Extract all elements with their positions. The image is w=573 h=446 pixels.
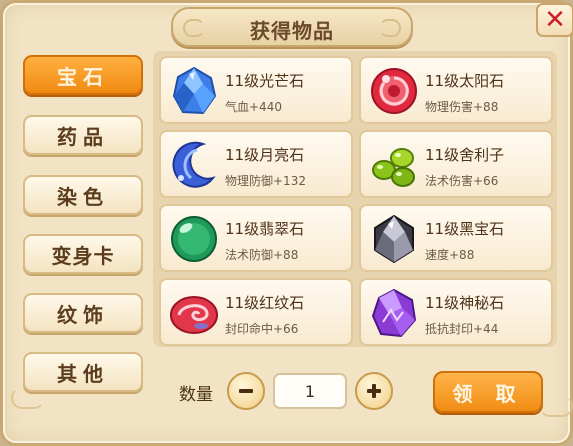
reward-dialog: 获得物品 ✕ 宝石 药品 染色 变身卡 纹饰 其他 11级光芒石 气血+440 … [0,0,573,446]
close-button[interactable]: ✕ [536,3,573,37]
claim-button[interactable]: 领 取 [433,371,543,413]
item-name: 11级翡翠石 [225,220,305,238]
item-name: 11级黑宝石 [425,220,505,238]
item-stat: 速度+88 [425,248,475,262]
minus-icon [239,389,253,393]
black-diamond-icon [374,214,414,264]
plus-icon [367,384,381,398]
item-name: 11级月亮石 [225,146,305,164]
tab-medicine[interactable]: 药品 [23,115,143,155]
red-swirl-stone-icon [170,296,218,334]
item-card[interactable]: 11级太阳石 物理伤害+88 [359,56,553,124]
item-card[interactable]: 11级黑宝石 速度+88 [359,204,553,272]
item-stat: 抵抗封印+44 [425,322,499,336]
item-card[interactable]: 11级光芒石 气血+440 [159,56,353,124]
tab-gems[interactable]: 宝石 [23,55,143,95]
item-card[interactable]: 11级神秘石 抵抗封印+44 [359,278,553,346]
item-name: 11级舍利子 [425,146,505,164]
corner-ornament [539,395,573,417]
green-beads-icon [372,148,415,187]
item-name: 11级太阳石 [425,72,505,90]
red-sun-stone-icon [371,68,417,114]
green-jade-orb-icon [171,216,217,262]
item-name: 11级红纹石 [225,294,305,312]
close-icon: ✕ [544,5,566,35]
item-card[interactable]: 11级翡翠石 法术防御+88 [159,204,353,272]
item-stat: 封印命中+66 [225,322,299,336]
tab-ornament[interactable]: 纹饰 [23,293,143,333]
item-stat: 法术防御+88 [225,248,299,262]
item-card[interactable]: 11级红纹石 封印命中+66 [159,278,353,346]
tab-other[interactable]: 其他 [23,352,143,392]
quantity-input[interactable] [273,373,347,409]
item-stat: 物理防御+132 [225,174,306,188]
item-stat: 物理伤害+88 [425,100,499,114]
purple-mystic-stone-icon [371,288,417,338]
blue-moon-icon [172,141,216,188]
item-name: 11级光芒石 [225,72,305,90]
tab-dye[interactable]: 染色 [23,175,143,215]
decrease-button[interactable] [227,372,265,410]
item-name: 11级神秘石 [425,294,505,312]
title-plate: 获得物品 [171,7,413,47]
increase-button[interactable] [355,372,393,410]
item-card[interactable]: 11级月亮石 物理防御+132 [159,130,353,198]
quantity-label: 数量 [179,385,213,405]
tab-transform-card[interactable]: 变身卡 [23,234,143,274]
dialog-title: 获得物品 [250,19,334,43]
item-stat: 法术伤害+66 [425,174,499,188]
blue-crystal-icon [172,66,217,115]
item-stat: 气血+440 [225,100,282,114]
item-card[interactable]: 11级舍利子 法术伤害+66 [359,130,553,198]
